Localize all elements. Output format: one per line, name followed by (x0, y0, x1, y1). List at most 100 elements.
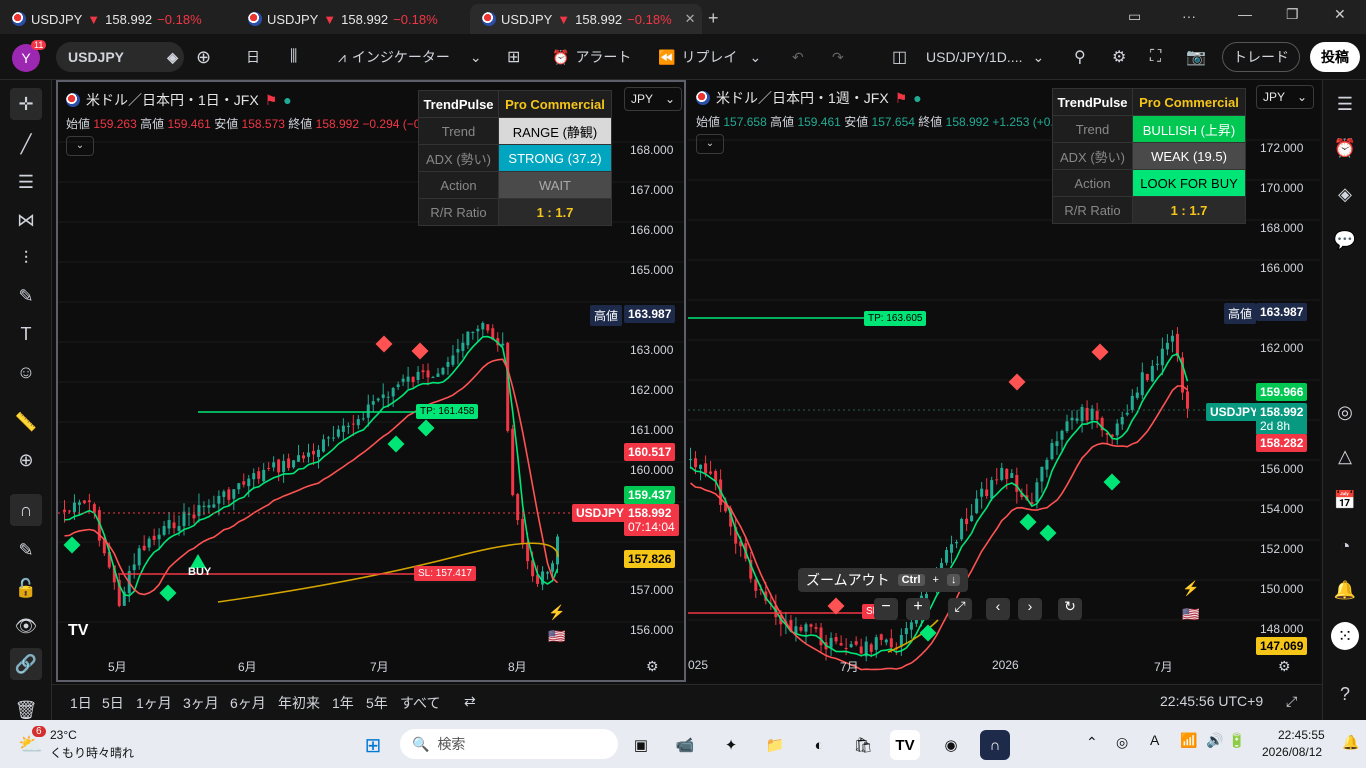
zoom-out-button[interactable]: − (874, 598, 898, 620)
minimize-icon[interactable]: — (1238, 6, 1252, 22)
economic-event-icon[interactable]: 🇺🇸 (1182, 606, 1199, 623)
copilot-icon[interactable]: ✦ (716, 730, 746, 760)
stream-icon[interactable]: ◔ (1331, 532, 1359, 560)
store-icon[interactable]: 🛍 (848, 730, 878, 760)
windows-start-icon[interactable]: ⊞ (358, 730, 388, 760)
ruler-icon[interactable]: 📏 (10, 406, 42, 438)
tab-3-active[interactable]: USDJPY ▼ 158.992 −0.18% ✕ (470, 4, 702, 34)
calendar-icon[interactable]: 📅 (1331, 486, 1359, 514)
close-window-icon[interactable]: ✕ (1334, 6, 1346, 23)
search-gear-icon[interactable]: ⚲ (1074, 42, 1086, 72)
chart-pane-daily[interactable]: 米ドル／日本円・1日・JFX ⚑ ● 始値 159.263 高値 159.461… (56, 80, 686, 682)
undo-icon[interactable]: ↶ (792, 42, 804, 72)
ime-icon[interactable]: A (1150, 732, 1159, 748)
currency-select[interactable]: JPY ⌄ (1256, 85, 1314, 109)
monitor-icon[interactable]: ▭ (1128, 8, 1141, 25)
chrome-icon[interactable]: ◉ (936, 730, 966, 760)
zoom-in-button[interactable]: + (906, 598, 930, 620)
trade-button[interactable]: トレード (1222, 42, 1300, 72)
taskbar-search[interactable]: 🔍 検索 (400, 729, 618, 759)
task-view-icon[interactable]: ▣ (626, 730, 656, 760)
collapse-legend-button[interactable]: ⌄ (696, 134, 724, 154)
camera-icon[interactable]: 📷 (1186, 42, 1206, 72)
layout-name-button[interactable]: USD/JPY/1D.... ⌄ (926, 42, 1044, 72)
watchlist-icon[interactable]: ☰ (1331, 90, 1359, 118)
range-1y[interactable]: 1年 (332, 693, 354, 713)
apps-grid-icon[interactable]: ⁙ (1331, 622, 1359, 650)
taskbar-time[interactable]: 22:45:55 (1278, 728, 1325, 742)
emoji-icon[interactable]: ☺ (10, 356, 42, 388)
events-icon[interactable]: ⚡ (1182, 580, 1199, 597)
economic-event-icon[interactable]: 🇺🇸 (548, 628, 565, 645)
more-icon[interactable]: ··· (1182, 8, 1196, 24)
eye-icon[interactable]: 👁 (10, 610, 42, 642)
file-explorer-icon[interactable]: 📁 (760, 730, 790, 760)
publish-button[interactable]: 投稿 (1310, 42, 1360, 72)
close-tab-icon[interactable]: ✕ (685, 11, 696, 27)
tab-1[interactable]: USDJPY ▼ 158.992 −0.18% (0, 4, 233, 34)
range-all[interactable]: すべて (400, 693, 440, 713)
crosshair-icon[interactable]: ✛ (10, 88, 42, 120)
range-6m[interactable]: 6ヶ月 (230, 693, 266, 713)
candle-type-icon[interactable]: ⫼ (290, 42, 297, 72)
interval-button[interactable]: 日 (246, 42, 260, 72)
link-icon[interactable]: 🔗 (10, 648, 42, 680)
maximize-panel-icon[interactable]: ⤢ (1286, 693, 1297, 710)
notification-bell-icon[interactable]: 🔔 (1331, 576, 1359, 604)
meet-icon[interactable]: 📹 (670, 730, 700, 760)
maximize-icon[interactable]: ❐ (1286, 6, 1299, 23)
layers-icon[interactable]: ◈ (1331, 180, 1359, 208)
alerts-clock-icon[interactable]: ⏰ (1331, 134, 1359, 162)
lock-drawing-icon[interactable]: ✎ (10, 534, 42, 566)
collapse-legend-button[interactable]: ⌄ (66, 136, 94, 156)
symbol-search[interactable]: USDJPY ◈ (56, 42, 184, 72)
prediction-icon[interactable]: ⫶ (10, 242, 42, 274)
range-1d[interactable]: 1日 (70, 693, 92, 713)
battery-icon[interactable]: 🔋 (1228, 732, 1245, 749)
notification-icon[interactable]: 🔔 (1342, 734, 1359, 751)
range-5d[interactable]: 5日 (102, 693, 124, 713)
target-icon[interactable]: ◎ (1331, 398, 1359, 426)
scroll-right-button[interactable]: › (1018, 598, 1042, 620)
scroll-left-button[interactable]: ‹ (986, 598, 1010, 620)
help-icon[interactable]: ? (1331, 680, 1359, 708)
magnet-icon[interactable]: ∩ (10, 494, 42, 526)
tradingview-app-icon[interactable]: TV (890, 730, 920, 760)
chat-icon[interactable]: 💬 (1331, 226, 1359, 254)
alert-button[interactable]: ⏰ アラート (552, 42, 631, 72)
currency-select[interactable]: JPY ⌄ (624, 87, 682, 111)
edge-icon[interactable]: ◐ (804, 730, 834, 760)
zoom-in-icon[interactable]: ⊕ (10, 444, 42, 476)
chart-pane-weekly[interactable]: 米ドル／日本円・1週・JFX ⚑ ● 始値 157.658 高値 159.461… (688, 80, 1320, 682)
network-status-icon[interactable]: ◎ (1116, 734, 1128, 751)
volume-icon[interactable]: 🔊 (1206, 732, 1223, 749)
fib-icon[interactable]: ☰ (10, 166, 42, 198)
wifi-icon[interactable]: 📶 (1180, 732, 1197, 749)
lock-icon[interactable]: 🔓 (10, 572, 42, 604)
brush-icon[interactable]: ✎ (10, 280, 42, 312)
add-symbol-icon[interactable]: ⊕ (196, 42, 211, 72)
ideas-icon[interactable]: △ (1331, 442, 1359, 470)
replay-button[interactable]: ⏪ リプレイ ⌄ (658, 42, 761, 72)
redo-icon[interactable]: ↷ (832, 42, 844, 72)
pattern-icon[interactable]: ⋈ (10, 204, 42, 236)
range-3m[interactable]: 3ヶ月 (183, 693, 219, 713)
range-ytd[interactable]: 年初来 (278, 693, 320, 713)
date-range-icon[interactable]: ⇄ (464, 693, 476, 710)
fullscreen-icon[interactable]: ⛶ (1150, 42, 1161, 72)
tab-2[interactable]: USDJPY ▼ 158.992 −0.18% (236, 4, 468, 34)
clock-timezone[interactable]: 22:45:56 UTC+9 (1160, 693, 1263, 709)
range-5y[interactable]: 5年 (366, 693, 388, 713)
chart-settings-icon[interactable]: ⚙ (646, 658, 659, 675)
split-layout-icon[interactable]: ◫ (892, 42, 907, 72)
settings-icon[interactable]: ⚙ (1112, 42, 1126, 72)
range-1m[interactable]: 1ヶ月 (136, 693, 172, 713)
reset-chart-button[interactable]: ↻ (1058, 598, 1082, 620)
text-icon[interactable]: T (10, 318, 42, 350)
taskbar-date[interactable]: 2026/08/12 (1262, 745, 1322, 759)
layout-grid-icon[interactable]: ⊞ (507, 42, 520, 72)
trendline-icon[interactable]: ╱ (10, 128, 42, 160)
reset-scale-button[interactable]: ⤢ (948, 598, 972, 620)
app-icon[interactable]: ∩ (980, 730, 1010, 760)
tray-chevron-icon[interactable]: ⌃ (1086, 734, 1098, 751)
